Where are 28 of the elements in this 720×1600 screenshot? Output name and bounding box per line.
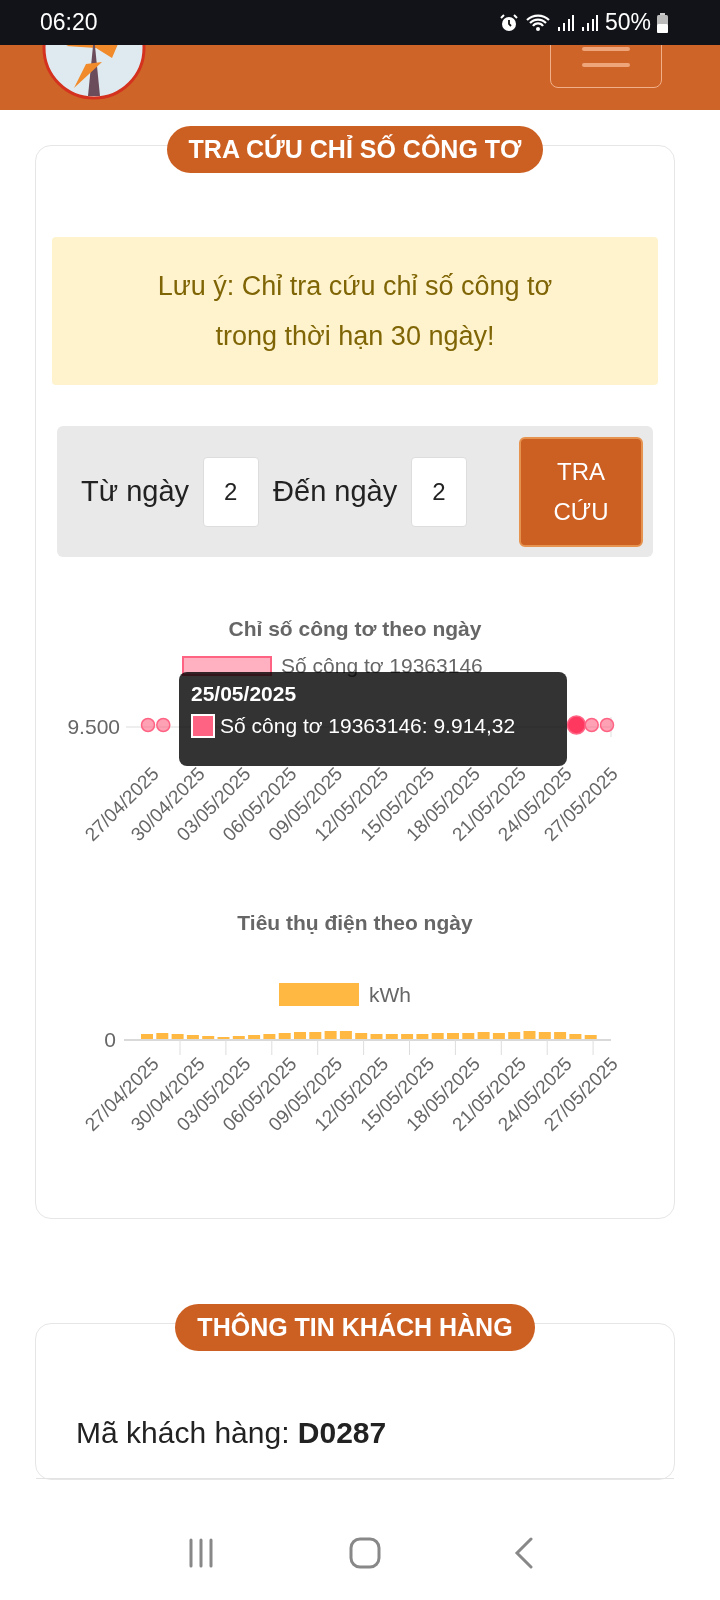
chart-title: Chỉ số công tơ theo ngày bbox=[227, 617, 483, 641]
chart-points-drawing bbox=[566, 715, 615, 735]
search-button[interactable]: TRA CỨU bbox=[519, 436, 643, 547]
tooltip-text: Số công tơ 19363146: 9.914,32 bbox=[220, 714, 516, 738]
alarm-icon bbox=[498, 12, 519, 33]
back-icon[interactable] bbox=[513, 1536, 534, 1569]
y-axis-label: 0 bbox=[104, 1028, 116, 1051]
home-icon[interactable] bbox=[349, 1536, 381, 1569]
notice-message: Lưu ý: Chỉ tra cứu chỉ số công tơ trong thời hạn 30 ngày! bbox=[52, 237, 658, 385]
clock-time: 06:20 bbox=[40, 9, 99, 36]
chart-title: Tiêu thụ điện theo ngày bbox=[236, 911, 474, 935]
signal-icon bbox=[580, 12, 599, 33]
signal-icon bbox=[556, 12, 575, 33]
customer-info-text: Mã khách hàng: D0287 bbox=[76, 1416, 387, 1450]
chart-points-drawing bbox=[140, 717, 171, 733]
battery-icon bbox=[657, 12, 668, 33]
section-title: THÔNG TIN KHÁCH HÀNG bbox=[175, 1304, 535, 1351]
tooltip-title: 25/05/2025 bbox=[191, 682, 298, 706]
tooltip-swatch bbox=[191, 714, 215, 738]
section-title: TRA CỨU CHỈ SỐ CÔNG TƠ bbox=[166, 126, 544, 173]
from-date-label: Từ ngày bbox=[81, 475, 190, 508]
from-date-field[interactable]: 2 bbox=[203, 456, 260, 527]
legend-label: kWh bbox=[369, 983, 411, 1006]
to-date-label: Đến ngày bbox=[273, 475, 398, 508]
y-axis-label: 9.500 bbox=[67, 715, 120, 738]
legend-label: Số công tơ 19363146 bbox=[281, 654, 483, 677]
to-date-field[interactable]: 2 bbox=[411, 456, 468, 527]
battery-percent: 50% bbox=[604, 9, 651, 36]
